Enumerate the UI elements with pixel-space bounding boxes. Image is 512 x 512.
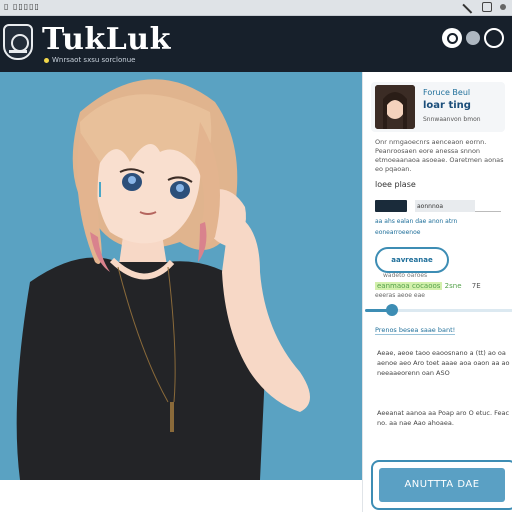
cta-container: ANUTTTA DAE xyxy=(371,460,512,510)
profile-meta: Snnwaanvon bmon xyxy=(423,116,481,123)
bottom-strip xyxy=(0,480,362,512)
tagline-dot-icon xyxy=(44,57,49,63)
segment-mid[interactable]: aonnnoa xyxy=(415,200,475,212)
tags-row: eanmaoa cocaoos 2sne 7E xyxy=(375,282,481,290)
os-icons xyxy=(462,2,506,14)
segment-rest[interactable] xyxy=(475,200,501,212)
logo-icon[interactable] xyxy=(3,24,33,60)
profile-name[interactable]: Foruce Beul xyxy=(423,88,470,97)
tag-rest: 2sne xyxy=(444,282,462,290)
segment-control[interactable]: aonnnoa xyxy=(375,200,501,214)
pencil-icon[interactable] xyxy=(462,2,474,14)
search-icon[interactable] xyxy=(442,28,462,48)
right-panel: Foruce Beul loar ting Snnwaanvon bmon On… xyxy=(362,72,512,512)
paragraph-2: Aeeanat aanoa aa Poap aro O etuc. Feac n… xyxy=(377,409,510,427)
follow-button[interactable]: aavreanae xyxy=(375,247,449,273)
window-icon[interactable] xyxy=(482,2,492,12)
segment-caption-2: eonearroeenoe xyxy=(375,229,421,236)
avatar[interactable] xyxy=(375,85,415,129)
section-label: loee plase xyxy=(375,180,416,189)
tag-right: 7E xyxy=(471,282,481,290)
profile-title: loar ting xyxy=(423,100,471,111)
follow-subtext: wadeto oaroes xyxy=(383,272,428,279)
gray-row: eeeras aeoe eae xyxy=(375,292,425,299)
share-icon[interactable] xyxy=(484,28,504,48)
site-header: TukLuk Wnrsaot sxsu sorclonue aacmyorsre… xyxy=(0,16,512,80)
paragraph-1: Aeae, aeoe taoo eaoosnano a (tt) ao oa a… xyxy=(377,349,510,377)
link-row[interactable]: Prenos besea saae bant! xyxy=(375,326,456,335)
header-actions xyxy=(442,28,504,48)
avatar-image xyxy=(375,85,415,129)
toggle-icon[interactable] xyxy=(466,31,480,45)
dots-icon[interactable] xyxy=(500,4,506,10)
slider-knob[interactable] xyxy=(385,304,398,316)
segment-caption-1: aa ahs ealan dae anon atrn xyxy=(375,218,458,225)
tagline-text: Wnrsaot sxsu sorclonue xyxy=(52,56,136,64)
app-window: ▯ ▯▯▯▯▯ TukLuk Wnrsaot sxsu sorclonue aa… xyxy=(0,0,512,512)
tagline: Wnrsaot sxsu sorclonue xyxy=(44,56,135,64)
hero-image xyxy=(0,72,362,480)
profile-card[interactable]: Foruce Beul loar ting Snnwaanvon bmon xyxy=(371,82,505,132)
progress-slider[interactable] xyxy=(365,304,512,316)
profile-description: Onr nrngaoecnrs aenceaon eornn. Peanroos… xyxy=(375,138,504,173)
os-top-bar: ▯ ▯▯▯▯▯ xyxy=(0,0,512,16)
brand-title[interactable]: TukLuk xyxy=(42,22,171,57)
cta-button[interactable]: ANUTTTA DAE xyxy=(379,468,505,502)
anime-girl-illustration xyxy=(0,72,362,480)
segment-dark[interactable] xyxy=(375,200,407,212)
highlight-tag[interactable]: eanmaoa cocaoos xyxy=(375,282,443,290)
os-menu-text[interactable]: ▯ ▯▯▯▯▯ xyxy=(4,2,40,11)
